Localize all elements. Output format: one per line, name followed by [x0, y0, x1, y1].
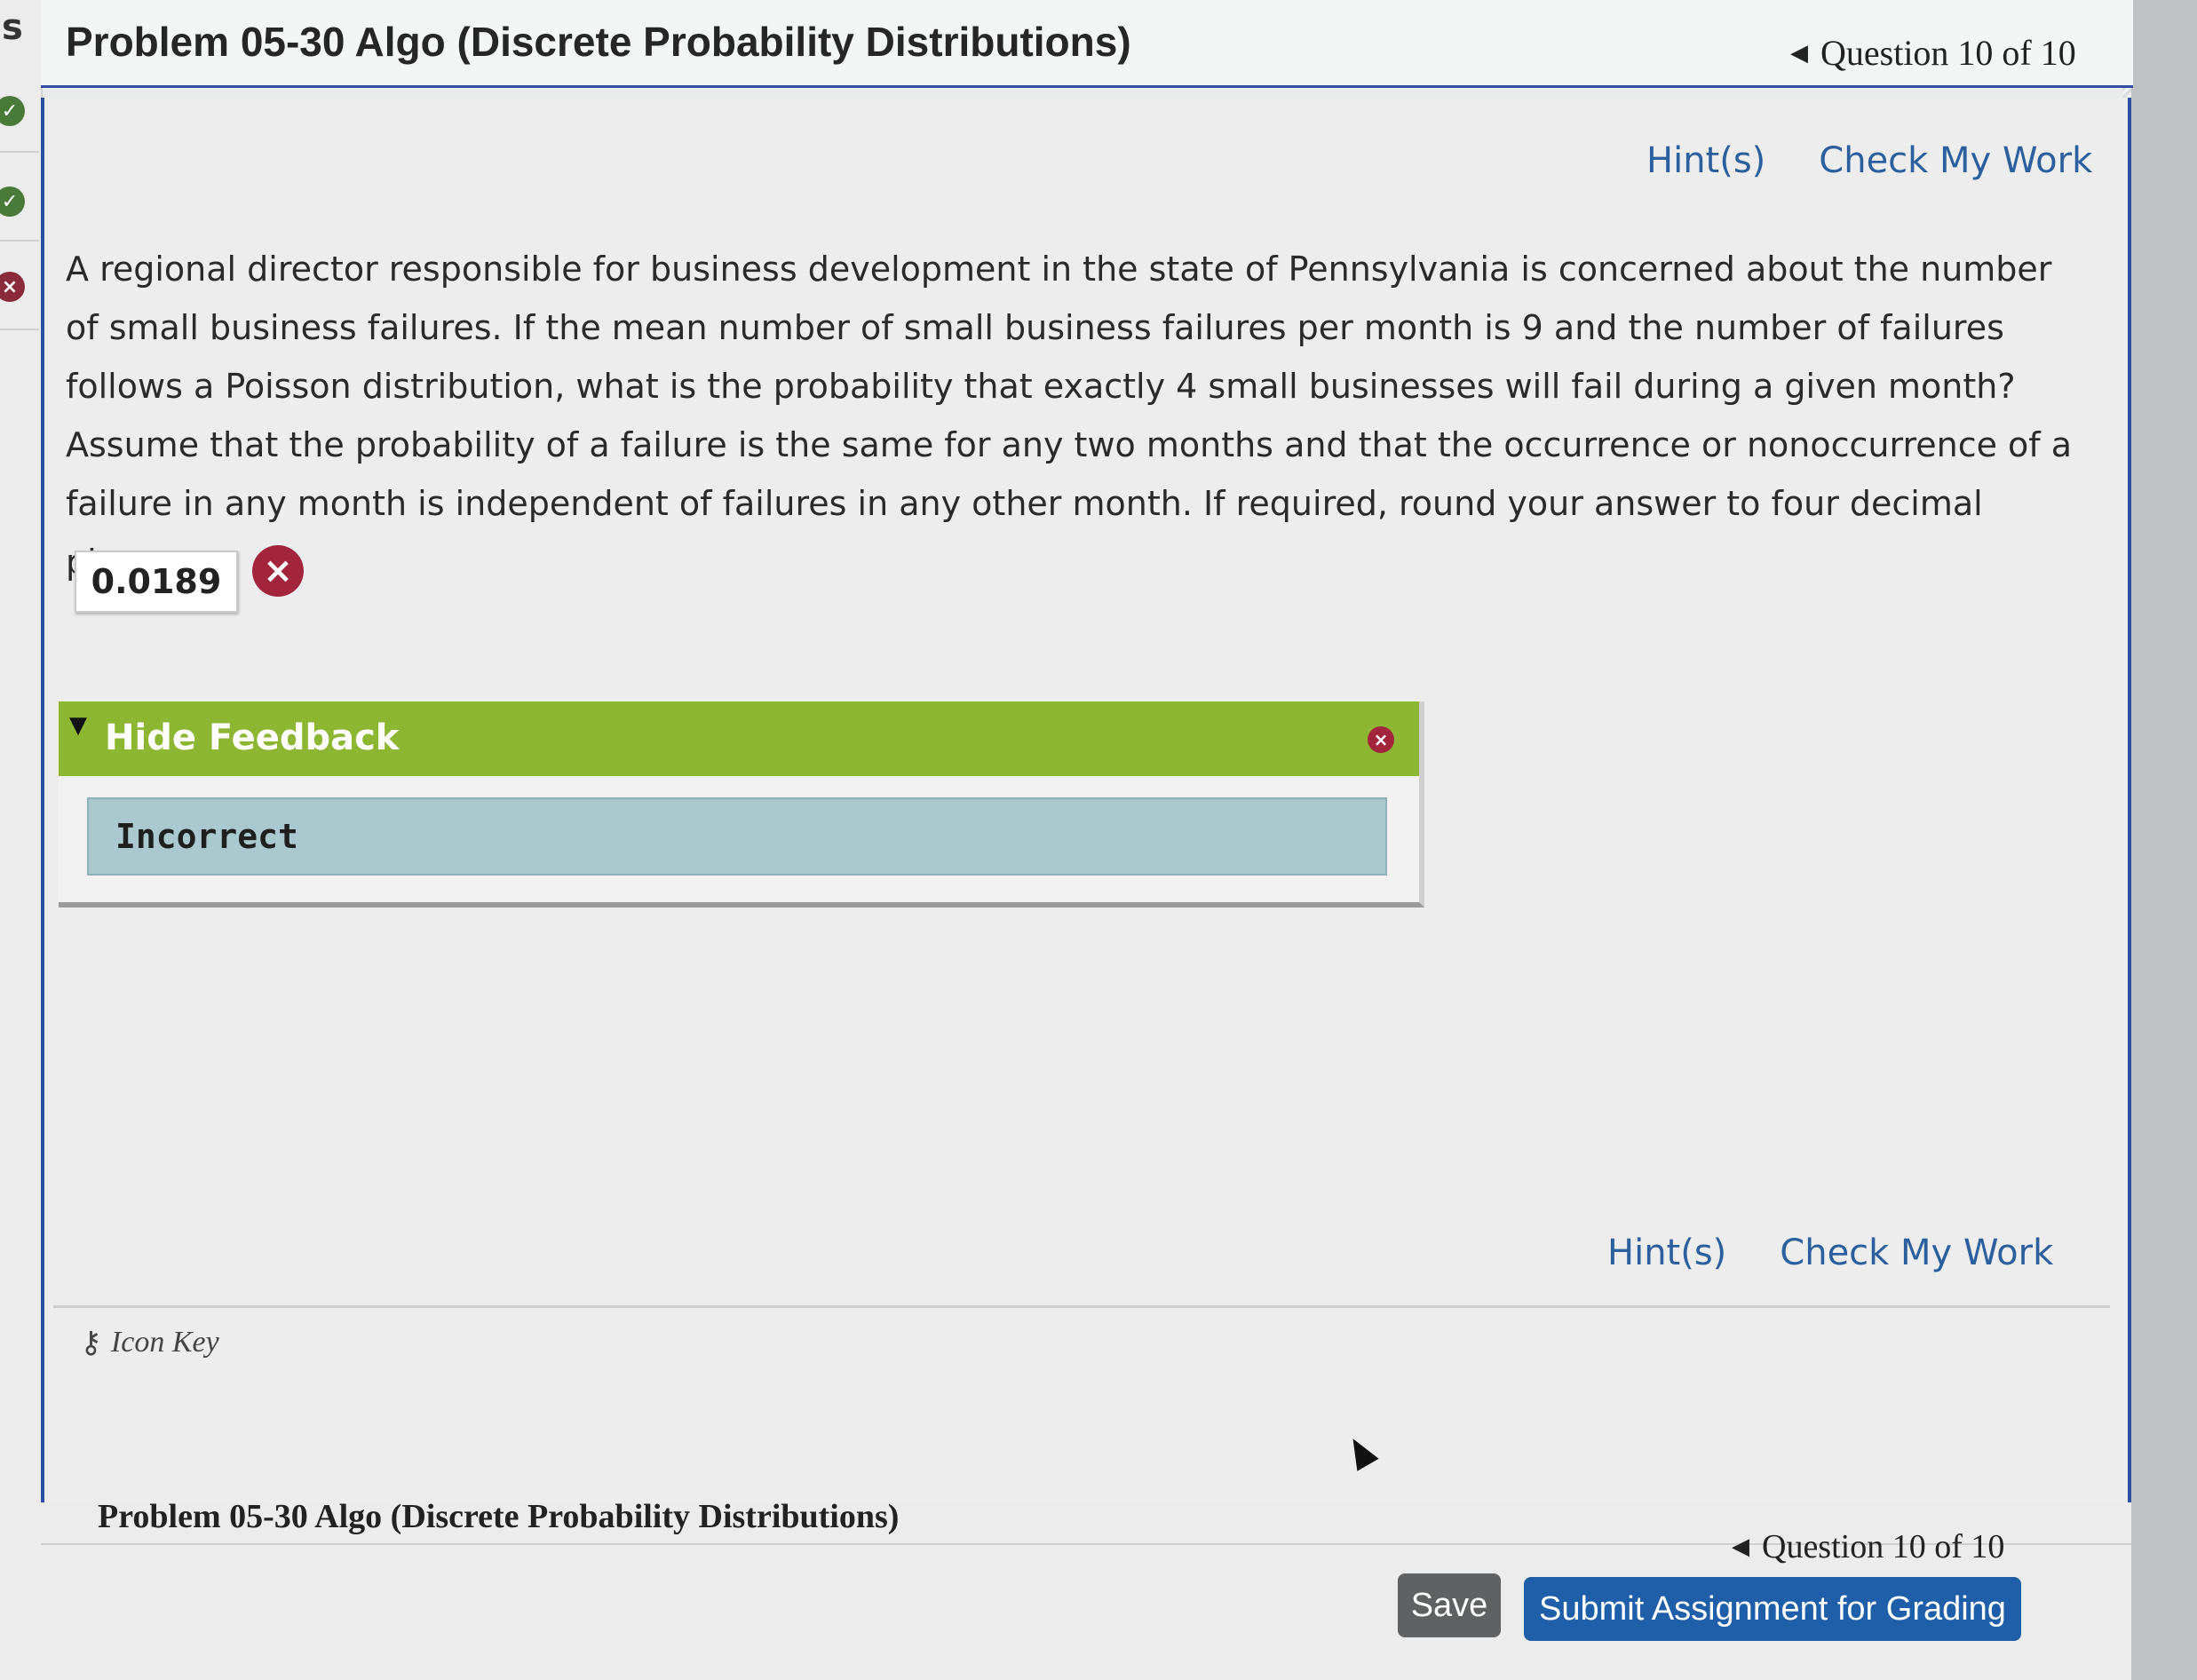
check-my-work-link[interactable]: Check My Work [1780, 1232, 2053, 1273]
assignment-header: Problem 05-30 Algo (Discrete Probability… [41, 0, 2133, 88]
footer-question-nav[interactable]: ◀ Question 10 of 10 [1732, 1527, 2004, 1566]
question-sidebar: s ✓ ✓ × [0, 0, 43, 1680]
feedback-result: Incorrect [87, 797, 1387, 876]
sidebar-divider [0, 240, 39, 242]
sidebar-divider [0, 151, 39, 153]
triangle-down-icon[interactable]: ▼ [69, 712, 87, 739]
panel-divider [53, 1305, 2110, 1308]
feedback-header[interactable]: ▼ Hide Feedback × [59, 701, 1419, 776]
feedback-panel: ▼ Hide Feedback × Incorrect [59, 701, 1424, 907]
incorrect-icon: × [252, 545, 304, 597]
sidebar-letter: s [2, 7, 23, 48]
sidebar-divider [0, 329, 39, 330]
question-nav[interactable]: ◀ Question 10 of 10 [1790, 32, 2076, 74]
question-counter[interactable]: Question 10 of 10 [1820, 32, 2076, 74]
question-panel: Hint(s) Check My Work A regional directo… [41, 98, 2131, 1506]
footer-question-counter[interactable]: Question 10 of 10 [1762, 1527, 2004, 1566]
x-circle-icon[interactable]: × [0, 272, 25, 302]
key-icon: ⚷ [80, 1327, 102, 1359]
save-button[interactable]: Save [1398, 1573, 1501, 1637]
check-icon[interactable]: ✓ [0, 96, 25, 126]
bottom-links: Hint(s) Check My Work [1607, 1232, 2053, 1273]
problem-title: Problem 05-30 Algo (Discrete Probability… [66, 19, 1131, 65]
right-gutter [2131, 0, 2197, 1680]
icon-key-label[interactable]: Icon Key [111, 1326, 219, 1359]
icon-key[interactable]: ⚷ Icon Key [80, 1325, 219, 1360]
hide-feedback-toggle[interactable]: Hide Feedback [105, 717, 399, 758]
check-my-work-link[interactable]: Check My Work [1819, 140, 2092, 181]
footer-problem-title: Problem 05-30 Algo (Discrete Probability… [98, 1498, 900, 1535]
caret-left-icon[interactable]: ◀ [1732, 1533, 1749, 1560]
question-text: A regional director responsible for busi… [66, 250, 2073, 582]
close-icon[interactable]: × [1368, 726, 1394, 753]
caret-left-icon[interactable]: ◀ [1790, 40, 1808, 67]
feedback-result-text: Incorrect [115, 817, 298, 856]
check-icon[interactable]: ✓ [0, 186, 25, 217]
top-links: Hint(s) Check My Work [1646, 140, 2092, 181]
answer-input[interactable]: 0.0189 [75, 551, 238, 613]
hints-link[interactable]: Hint(s) [1607, 1232, 1726, 1273]
submit-assignment-button[interactable]: Submit Assignment for Grading [1524, 1577, 2021, 1641]
hints-link[interactable]: Hint(s) [1646, 140, 1765, 181]
assignment-footer: Problem 05-30 Algo (Discrete Probability… [41, 1498, 2131, 1680]
